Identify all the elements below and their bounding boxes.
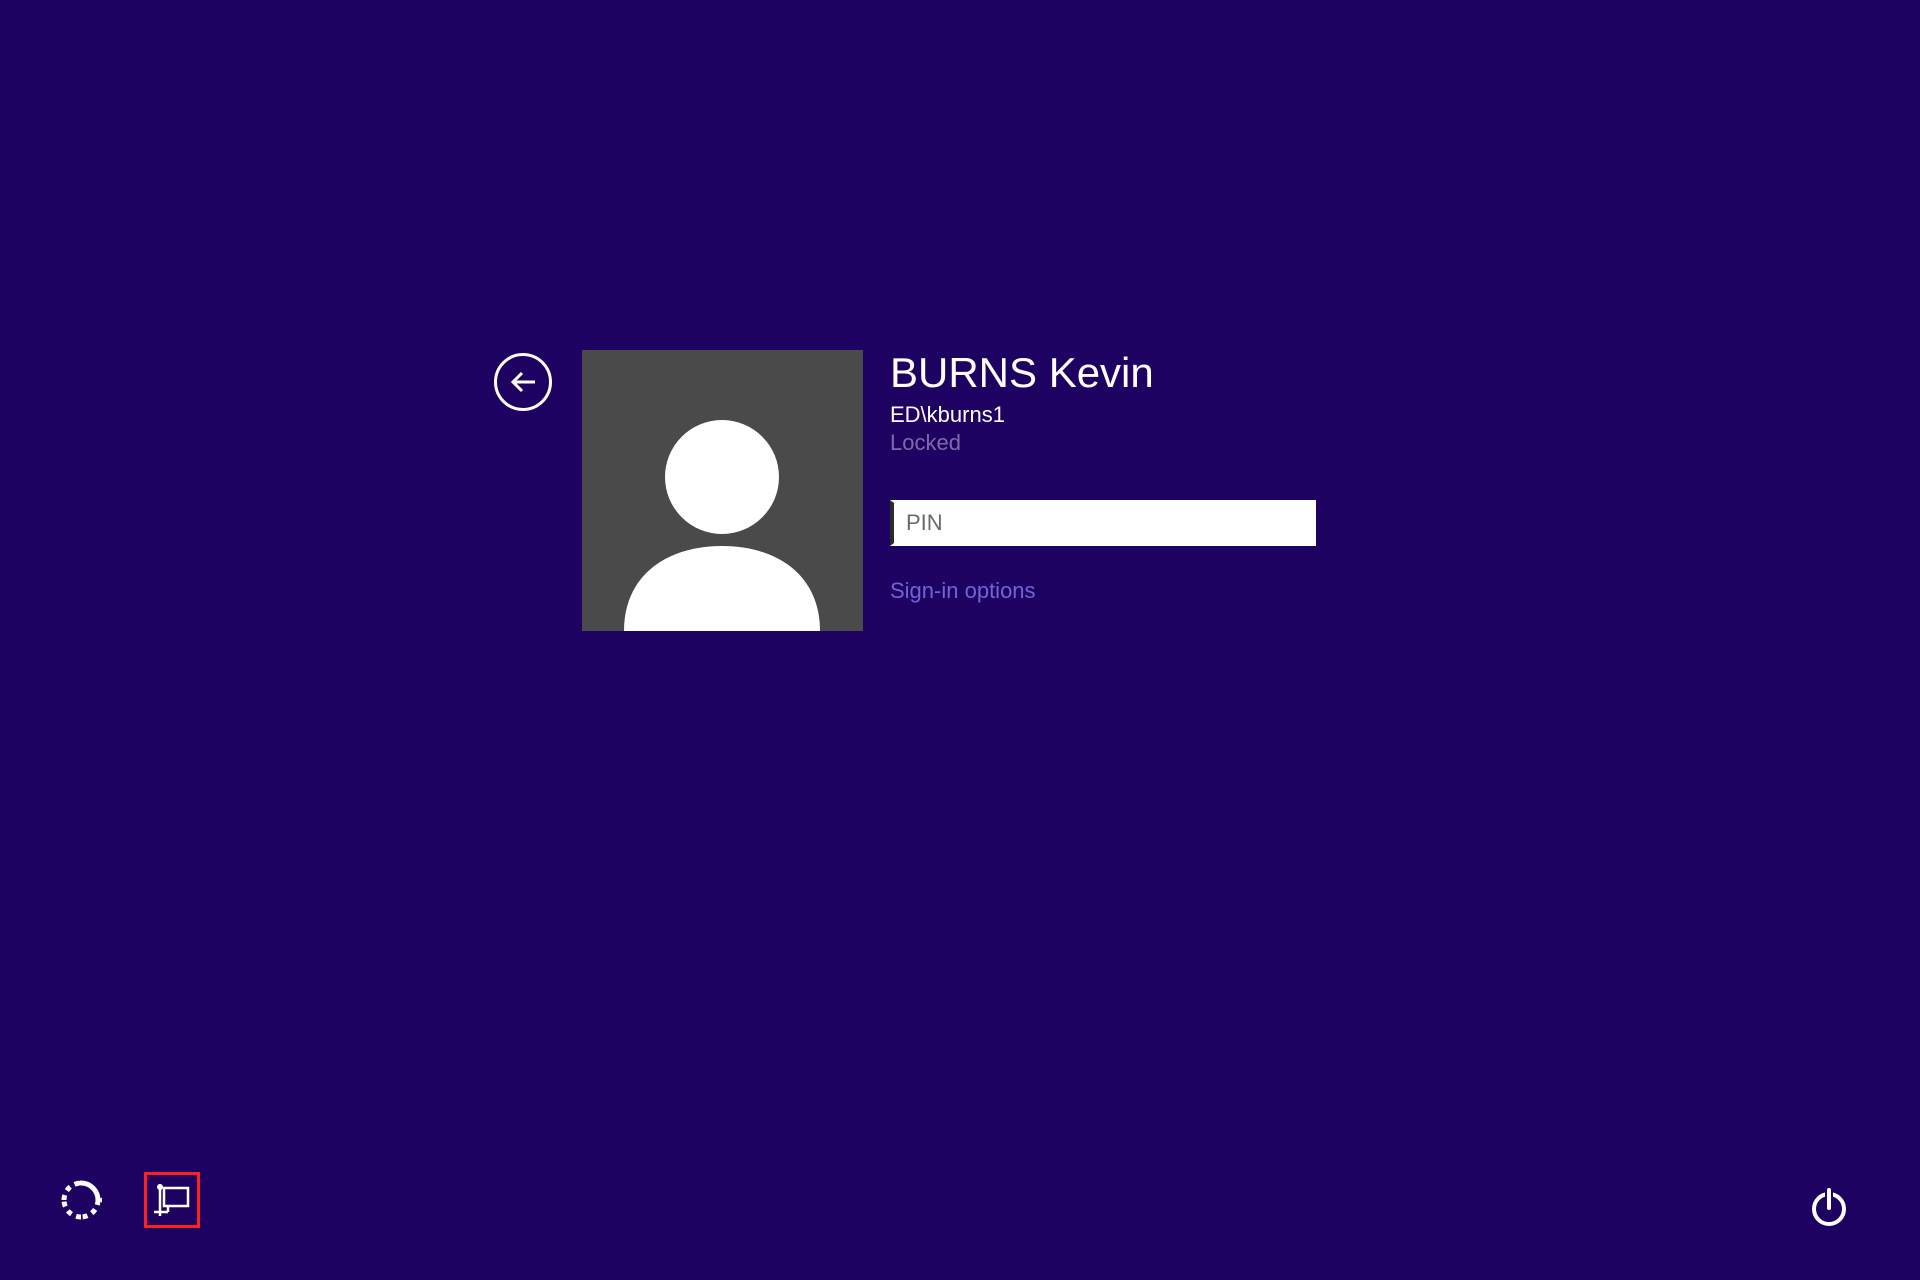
user-info-panel: BURNS Kevin ED\kburns1 Locked Sign-in op… [890,350,1316,604]
back-arrow-icon [510,370,536,394]
back-button[interactable] [494,353,552,411]
login-container: BURNS Kevin ED\kburns1 Locked Sign-in op… [494,350,1316,631]
user-display-name: BURNS Kevin [890,350,1316,396]
ease-of-access-icon[interactable] [60,1179,102,1221]
bottom-left-controls [60,1172,200,1228]
user-silhouette-icon [582,350,863,631]
lock-status: Locked [890,430,1316,456]
power-button-icon[interactable] [1808,1186,1850,1228]
network-button[interactable] [144,1172,200,1228]
user-domain-username: ED\kburns1 [890,402,1316,428]
user-avatar [582,350,863,631]
signin-options-link[interactable]: Sign-in options [890,578,1316,604]
network-ethernet-icon [154,1184,190,1216]
pin-input[interactable] [890,500,1316,546]
